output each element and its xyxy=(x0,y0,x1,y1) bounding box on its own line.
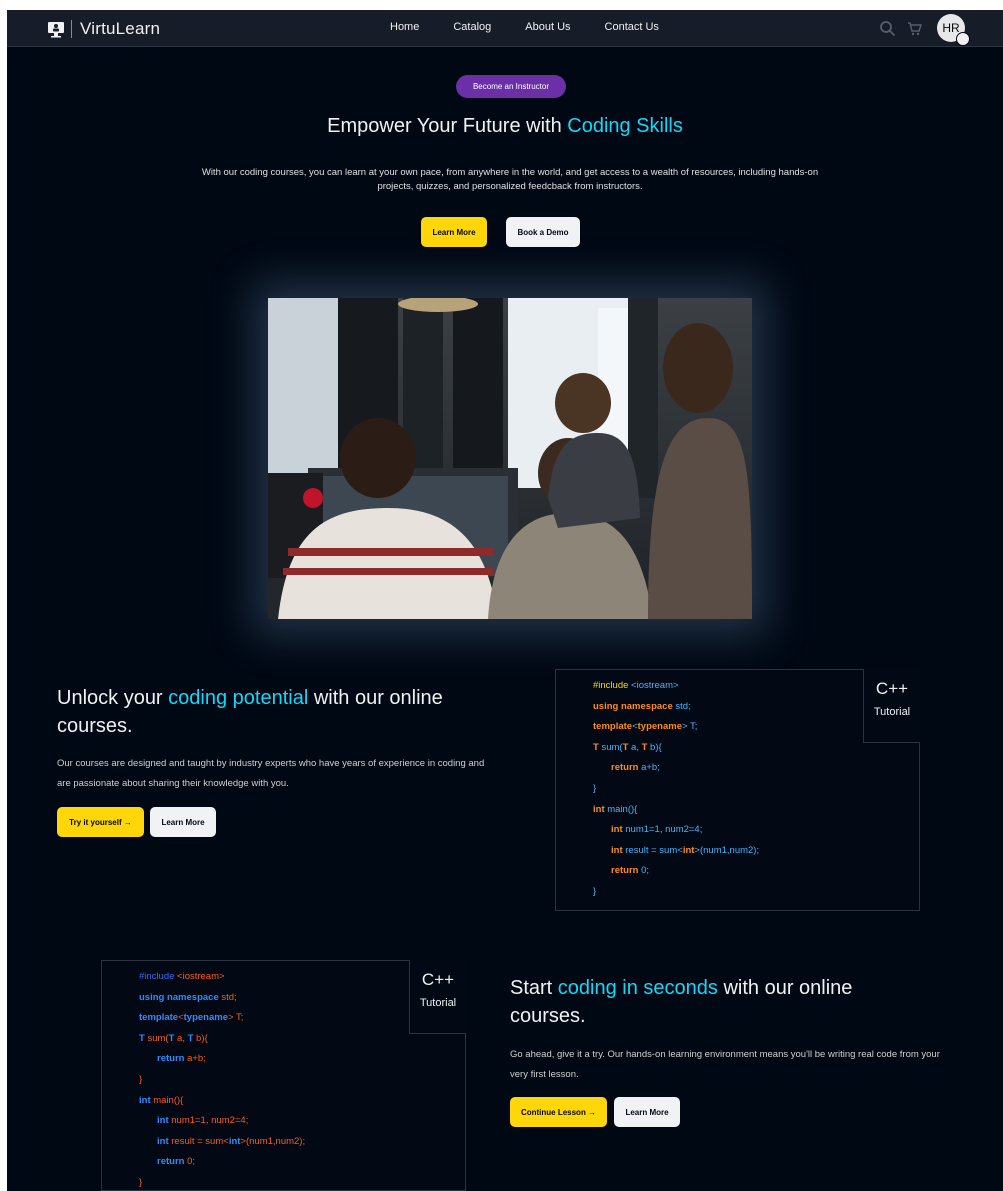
nav-link-about[interactable]: About Us xyxy=(525,21,570,33)
section1-title: Unlock your coding potential with our on… xyxy=(57,684,507,740)
navbar: VirtuLearn Home Catalog About Us Contact… xyxy=(7,10,1003,47)
nav-link-home[interactable]: Home xyxy=(390,21,419,33)
hero-title: Empower Your Future with Coding Skills xyxy=(7,115,1003,138)
section1-description: Our courses are designed and taught by i… xyxy=(57,758,485,789)
section2-title: Start coding in seconds with our online … xyxy=(510,974,930,1030)
cart-icon[interactable] xyxy=(906,20,923,37)
continue-lesson-button[interactable]: Continue Lesson → xyxy=(510,1097,607,1127)
section1-learn-more-button[interactable]: Learn More xyxy=(150,807,216,837)
code-line: } xyxy=(593,885,597,897)
code-line: } xyxy=(593,782,597,794)
avatar-initials: HR xyxy=(942,21,960,35)
hero-title-highlight: Coding Skills xyxy=(567,115,683,137)
monitor-teacher-icon xyxy=(48,22,64,38)
nav-link-catalog[interactable]: Catalog xyxy=(453,21,491,33)
code-tag-label: Tutorial xyxy=(419,997,457,1009)
code-line: return a+b; xyxy=(157,1053,206,1065)
code-language-tag: C++ Tutorial xyxy=(409,960,466,1034)
brand-logo[interactable]: VirtuLearn xyxy=(47,18,160,40)
section2-description: Go ahead, give it a try. Our hands-on le… xyxy=(510,1049,940,1080)
book-demo-button[interactable]: Book a Demo xyxy=(506,217,580,247)
search-icon[interactable] xyxy=(879,20,896,37)
code-language-tag: C++ Tutorial xyxy=(863,669,920,743)
brand-name: VirtuLearn xyxy=(80,19,161,38)
hero-image-students-coding xyxy=(268,298,752,619)
code-line: int result = sum<int>(num1,num2); xyxy=(157,1135,306,1147)
nav-links: Home Catalog About Us Contact Us xyxy=(390,21,693,33)
hero-title-text: Empower Your Future with xyxy=(327,115,568,137)
code-line: int main(){ xyxy=(593,803,638,815)
nav-actions: HR xyxy=(879,14,970,46)
code-tag-label: Tutorial xyxy=(873,706,911,718)
code-line: return 0; xyxy=(157,1156,196,1168)
user-avatar[interactable]: HR xyxy=(937,14,970,46)
code-line: int num1=1, num2=4; xyxy=(157,1115,249,1127)
code-language: C++ xyxy=(875,679,909,698)
code-line: return a+b; xyxy=(611,762,660,774)
hero-image-frame xyxy=(268,298,752,619)
become-instructor-button[interactable]: Become an Instructor xyxy=(456,75,566,98)
code-snippet-1: #include <iostream> using namespace std;… xyxy=(555,669,920,911)
hero-learn-more-button[interactable]: Learn More xyxy=(421,217,487,247)
hero-description: With our coding courses, you can learn a… xyxy=(201,167,819,192)
section2-learn-more-button[interactable]: Learn More xyxy=(614,1097,680,1127)
logo-separator xyxy=(71,20,72,38)
code-language: C++ xyxy=(421,970,455,989)
code-line: } xyxy=(139,1073,143,1085)
nav-link-contact[interactable]: Contact Us xyxy=(605,21,659,33)
code-line: return 0; xyxy=(611,865,650,877)
code-snippet-2: #include <iostream> using namespace std;… xyxy=(101,960,466,1191)
code-line: int num1=1, num2=4; xyxy=(611,824,703,836)
code-line: int main(){ xyxy=(139,1094,184,1106)
try-it-yourself-button[interactable]: Try it yourself → xyxy=(57,807,144,837)
section2-title-text: Start xyxy=(510,977,558,999)
page: VirtuLearn Home Catalog About Us Contact… xyxy=(7,10,1003,1191)
section2-title-highlight: coding in seconds xyxy=(557,977,718,999)
instructor-badge-icon xyxy=(956,32,970,46)
section1-title-text: Unlock your xyxy=(57,687,169,709)
code-line: int result = sum<int>(num1,num2); xyxy=(611,844,760,856)
code-line: } xyxy=(139,1176,143,1188)
section1-title-highlight: coding potential xyxy=(168,687,309,709)
